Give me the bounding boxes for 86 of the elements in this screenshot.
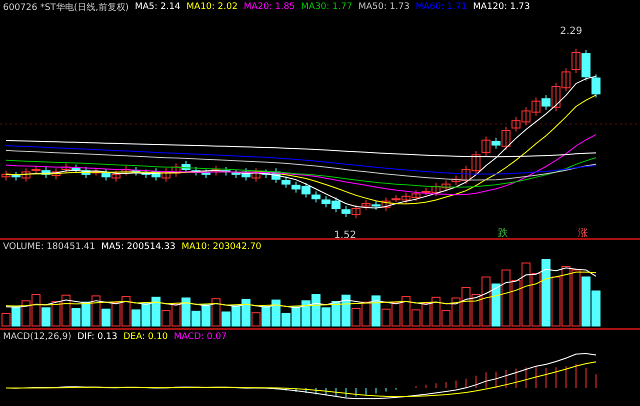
volume-bar [52,301,60,326]
volume-bar [2,312,10,326]
candlestick [52,168,60,180]
indicator-value: MA60: 1.71 [416,2,467,12]
candlestick [182,160,190,174]
candlestick [582,49,590,81]
indicator-value: MACD: 0.07 [174,332,227,342]
candlestick [312,190,320,203]
signal-marker: 涨 [578,228,588,238]
indicator-value: MA10: 203042.70 [181,242,262,252]
indicator-value: MA5: 2.14 [134,2,180,12]
candlestick [62,162,70,174]
volume-bar [332,301,340,326]
candlestick [522,106,530,126]
candlestick [102,168,110,181]
volume-bar [492,284,500,326]
candlestick [242,168,250,181]
candlestick [152,168,160,181]
candlestick [292,181,300,194]
volume-bar [302,300,310,326]
candlestick [342,206,350,218]
volume-bar [392,302,400,326]
candlestick [442,180,450,192]
volume-bar [552,276,560,326]
volume-bar [82,302,90,326]
candlestick [282,176,290,188]
indicator-value: DIF: 0.13 [77,332,118,342]
volume-bar [22,300,30,326]
chart-title: 600726 *ST华电(日线,前复权) [3,2,129,14]
candlestick [592,74,600,98]
candlestick [572,48,580,74]
candlestick [132,166,140,176]
candlestick [82,166,90,178]
candlestick [222,166,230,176]
volume-bar [582,276,590,326]
high-price-label: 2.29 [560,26,582,37]
indicator-value: MA50: 1.73 [358,2,410,12]
candlestick [202,168,210,178]
volume-bar [202,304,210,326]
candlestick [142,168,150,178]
candlestick [212,165,220,176]
candlestick [362,199,370,210]
indicator-value: MA30: 1.77 [301,2,352,12]
volume-bar [532,273,540,326]
candlestick [192,166,200,176]
indicator-value: MA5: 200514.33 [101,242,176,252]
candlestick [322,196,330,208]
candlestick [172,162,180,178]
candlestick [532,97,540,116]
candlestick [412,190,420,202]
volume-title: VOLUME: 180451.41 [3,242,96,252]
candlestick [112,170,120,182]
volume-bar [112,302,120,326]
indicator-value: MA10: 2.02 [186,2,238,12]
indicator-value: DEA: 0.10 [123,332,168,342]
volume-bar [562,266,570,326]
volume-bar [522,262,530,326]
volume-bar [542,259,550,326]
indicator-value: MA20: 1.85 [244,2,296,12]
candlestick [472,150,480,175]
volume-bar [292,306,300,326]
volume-bar [142,303,150,326]
candlestick [122,165,130,176]
volume-bar [12,306,20,326]
volume-bar [172,304,180,326]
volume-bar [362,302,370,326]
candlestick [42,166,50,178]
volume-bar [572,270,580,326]
candlestick [352,204,360,219]
candlestick [302,182,310,198]
candlestick [2,170,10,181]
candlestick [232,168,240,178]
volume-bar [592,290,600,326]
volume-bar [462,287,470,326]
volume-bar [422,303,430,326]
volume-bar [502,270,510,326]
candlestick [72,164,80,174]
candlestick [332,197,340,213]
candlestick [162,168,170,182]
signal-marker: 跌 [498,228,508,238]
macd-title: MACD(12,26,9) [3,332,72,342]
low-price-label: 1.52 [334,230,356,238]
candlestick [92,168,100,176]
candlestick [562,68,570,92]
volume-bar [512,280,520,326]
indicator-value: MA120: 1.73 [472,2,530,12]
